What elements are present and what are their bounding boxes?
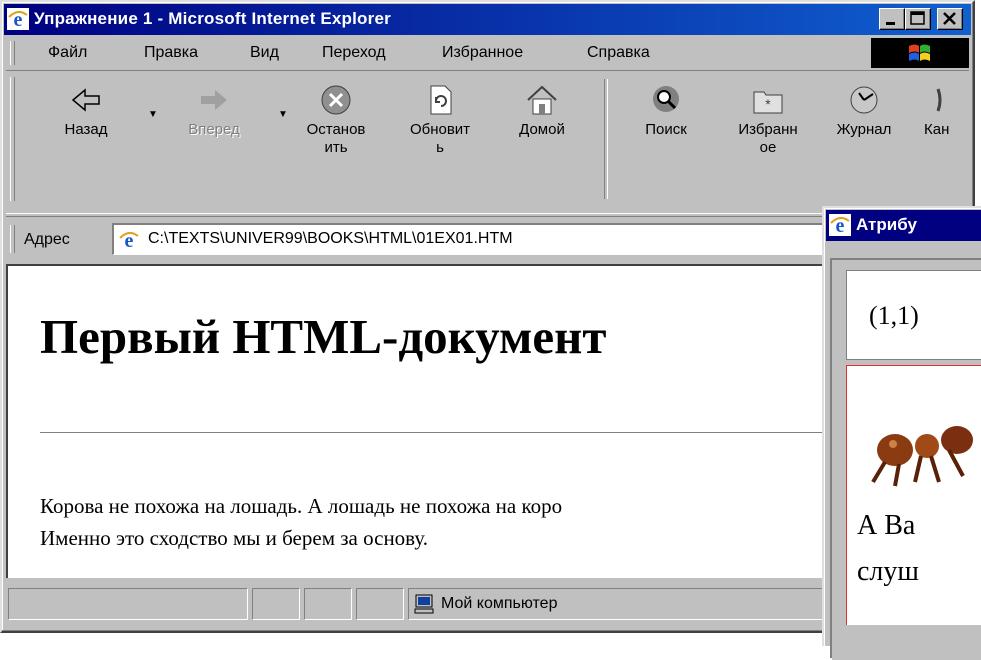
favorites-label-2: ое xyxy=(759,139,777,156)
status-pane-zone: Мой компьютер xyxy=(408,588,838,620)
close-button[interactable] xyxy=(937,8,963,30)
cell-text: (1,1) xyxy=(869,301,919,330)
page-ie-icon: e xyxy=(118,229,140,251)
menu-edit[interactable]: Правка xyxy=(144,44,198,62)
search-button[interactable]: Поиск xyxy=(626,77,706,139)
channels-button[interactable]: Кан xyxy=(912,77,972,139)
history-label: Журнал xyxy=(836,121,892,138)
svg-text:*: * xyxy=(765,96,771,112)
menu-file[interactable]: Файл xyxy=(48,44,87,62)
favorites-button[interactable]: * Избранн ое xyxy=(728,77,808,157)
attributes-window: e Атрибу (1,1) А Ва слуш xyxy=(822,206,981,660)
home-label: Домой xyxy=(519,121,565,138)
menu-favorites[interactable]: Избранное xyxy=(442,44,523,62)
search-label: Поиск xyxy=(645,121,687,138)
cell-text-line-1: А Ва xyxy=(857,510,916,541)
menu-help[interactable]: Справка xyxy=(587,44,650,62)
history-clock-icon xyxy=(850,86,878,114)
forward-button[interactable]: Вперед xyxy=(174,77,254,139)
window-title: Упражнение 1 - Microsoft Internet Explor… xyxy=(34,9,391,28)
forward-dropdown-icon[interactable]: ▼ xyxy=(278,109,288,120)
horizontal-rule xyxy=(40,432,846,434)
address-grip[interactable] xyxy=(10,225,15,253)
window-controls xyxy=(879,8,967,31)
back-button[interactable]: Назад xyxy=(46,77,126,139)
title-bar[interactable]: e Упражнение 1 - Microsoft Internet Expl… xyxy=(4,4,971,35)
refresh-label-2: ь xyxy=(436,139,444,156)
home-icon xyxy=(527,85,557,115)
my-computer-icon xyxy=(414,594,434,614)
close-icon xyxy=(943,12,956,25)
status-pane-4 xyxy=(356,588,404,620)
refresh-icon xyxy=(430,85,452,115)
menu-bar: Файл Правка Вид Переход Избранное Справк… xyxy=(6,38,969,68)
back-arrow-icon xyxy=(71,88,100,112)
toolbar-separator xyxy=(604,79,608,199)
refresh-label-1: Обновит xyxy=(409,121,471,138)
stop-label-1: Останов xyxy=(306,121,366,138)
minimize-icon xyxy=(886,22,895,25)
ie-logo-icon: e xyxy=(829,214,851,236)
document-paragraph: Корова не похожа на лошадь. А лошадь не … xyxy=(40,490,846,554)
maximize-icon xyxy=(910,11,925,25)
address-field[interactable]: e xyxy=(112,223,832,255)
status-pane-main xyxy=(8,588,248,620)
search-icon xyxy=(653,86,679,112)
menu-view[interactable]: Вид xyxy=(250,44,279,62)
stop-label-2: ить xyxy=(324,139,348,156)
ie-logo-icon: e xyxy=(7,8,29,30)
document-heading: Первый HTML-документ xyxy=(40,309,607,364)
minimize-button[interactable] xyxy=(879,8,905,30)
stop-icon xyxy=(321,85,351,115)
zone-text: Мой компьютер xyxy=(441,595,558,612)
channels-icon xyxy=(936,88,942,112)
attributes-title-bar[interactable]: e Атрибу xyxy=(826,210,981,241)
attributes-window-title: Атрибу xyxy=(856,215,917,234)
paragraph-line-1: Корова не похожа на лошадь. А лошадь не … xyxy=(40,494,563,518)
forward-arrow-icon xyxy=(201,90,227,110)
page-content[interactable]: Первый HTML-документ Корова не похожа на… xyxy=(6,264,846,578)
stop-button[interactable]: Останов ить xyxy=(296,77,376,157)
menu-go[interactable]: Переход xyxy=(322,44,386,62)
channels-label: Кан xyxy=(924,121,950,138)
favorites-label-1: Избранн xyxy=(738,121,798,138)
standard-toolbar: Назад ▼ Вперед ▼ Останов ить Обновит ь Д… xyxy=(6,70,969,214)
menu-grip[interactable] xyxy=(10,41,15,65)
maximize-button[interactable] xyxy=(905,8,931,30)
status-pane-3 xyxy=(304,588,352,620)
paragraph-line-2: Именно это сходство мы и берем за основу… xyxy=(40,526,429,550)
toolbar-grip[interactable] xyxy=(10,77,15,201)
address-input[interactable] xyxy=(148,228,818,250)
history-button[interactable]: Журнал xyxy=(824,77,904,139)
windows-flag-icon xyxy=(909,44,930,61)
back-dropdown-icon[interactable]: ▼ xyxy=(148,109,158,120)
home-button[interactable]: Домой xyxy=(502,77,582,139)
forward-label: Вперед xyxy=(188,121,240,138)
back-label: Назад xyxy=(64,121,108,138)
address-label: Адрес xyxy=(24,231,70,248)
favorites-folder-icon: * xyxy=(753,91,783,114)
ant-image xyxy=(871,426,973,487)
refresh-button[interactable]: Обновит ь xyxy=(400,77,480,157)
table-cell-1-1: (1,1) xyxy=(846,270,981,360)
status-pane-2 xyxy=(252,588,300,620)
windows-logo-throbber xyxy=(871,38,969,68)
cell-text-line-2: слуш xyxy=(857,556,919,587)
table-cell-red: А Ва слуш xyxy=(846,365,981,625)
